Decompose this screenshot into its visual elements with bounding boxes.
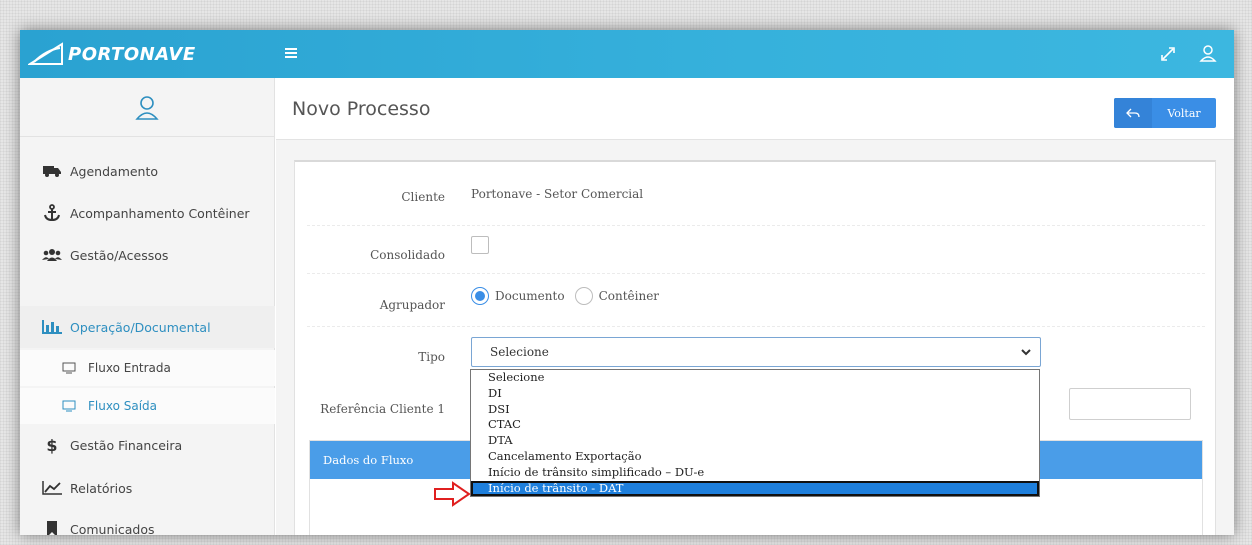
truck-icon	[42, 163, 62, 179]
tipo-option[interactable]: Início de trânsito simplificado – DU-e	[471, 465, 1039, 481]
app-window: PORTONAVE Agendamento Acompanhamento Con…	[20, 30, 1234, 535]
voltar-button[interactable]: Voltar	[1114, 98, 1216, 128]
conteiner-radio-label: Contêiner	[598, 289, 660, 303]
hamburger-menu-icon[interactable]	[285, 43, 297, 63]
brand-name: PORTONAVE	[68, 43, 196, 65]
sidebar-item-operacao-documental[interactable]: Operação/Documental	[20, 306, 275, 348]
dollar-icon: $	[46, 435, 58, 455]
tipo-select-value: Selecione	[490, 345, 549, 359]
annotation-arrow-icon	[434, 481, 471, 507]
tipo-option[interactable]: Selecione	[471, 370, 1039, 386]
tipo-option[interactable]: DI	[471, 386, 1039, 402]
tipo-dropdown-list: Selecione DI DSI CTAC DTA Cancelamento E…	[470, 369, 1040, 498]
referencia-extra-input[interactable]	[1069, 388, 1191, 420]
documento-radio[interactable]	[471, 287, 489, 305]
referencia-label: Referência Cliente 1	[320, 402, 445, 416]
form-card: Cliente Portonave - Setor Comercial Cons…	[294, 160, 1216, 535]
tipo-select[interactable]: Selecione	[471, 337, 1041, 367]
sidebar-item-gestao-acessos[interactable]: Gestão/Acessos	[20, 234, 275, 276]
tipo-option[interactable]: DSI	[471, 402, 1039, 418]
users-icon	[42, 247, 62, 263]
sidebar-item-label: Gestão Financeira	[70, 437, 183, 453]
sidebar-item-label: Relatórios	[70, 480, 133, 496]
cliente-value: Portonave - Setor Comercial	[471, 187, 644, 201]
reply-icon	[1114, 98, 1152, 128]
tipo-option[interactable]: Cancelamento Exportação	[471, 449, 1039, 465]
sidebar-item-label: Gestão/Acessos	[70, 247, 169, 263]
tipo-option-selected[interactable]: Início de trânsito - DAT	[471, 480, 1039, 497]
portonave-logo-icon	[28, 42, 63, 65]
chevron-down-icon	[1021, 349, 1031, 356]
anchor-icon	[42, 204, 62, 222]
fullscreen-icon[interactable]	[1158, 42, 1178, 64]
sidebar-subitem-fluxo-saida[interactable]: Fluxo Saída	[20, 388, 275, 424]
bookmark-icon	[42, 521, 62, 535]
sidebar-subitem-label: Fluxo Entrada	[88, 361, 171, 375]
tipo-option[interactable]: DTA	[471, 433, 1039, 449]
page-title: Novo Processo	[292, 98, 431, 120]
agrupador-radio-group: Documento Contêiner	[471, 287, 669, 305]
sidebar-item-gestao-financeira[interactable]: $ Gestão Financeira	[20, 424, 275, 466]
conteiner-radio[interactable]	[574, 287, 593, 305]
sidebar-item-comunicados[interactable]: Comunicados	[20, 508, 275, 535]
sidebar-item-acompanhamento-conteiner[interactable]: Acompanhamento Contêiner	[20, 192, 275, 234]
cliente-label: Cliente	[401, 190, 445, 204]
sidebar-item-label: Operação/Documental	[70, 319, 211, 335]
consolidado-checkbox[interactable]	[471, 236, 489, 254]
sidebar-item-label: Acompanhamento Contêiner	[70, 205, 250, 221]
consolidado-row: Consolidado	[295, 226, 1217, 272]
documento-radio-label: Documento	[495, 289, 565, 303]
agrupador-label: Agrupador	[379, 298, 445, 312]
tipo-option[interactable]: CTAC	[471, 417, 1039, 433]
dados-fluxo-title: Dados do Fluxo	[323, 453, 414, 467]
sidebar-item-label: Comunicados	[70, 521, 155, 536]
user-avatar-icon[interactable]	[133, 93, 161, 121]
brand-logo[interactable]: PORTONAVE	[28, 42, 196, 66]
consolidado-label: Consolidado	[370, 248, 445, 262]
monitor-icon	[62, 362, 78, 374]
voltar-button-label: Voltar	[1167, 106, 1201, 120]
monitor-icon	[62, 400, 78, 412]
line-chart-icon	[42, 480, 62, 496]
tipo-label: Tipo	[418, 350, 445, 364]
sidebar-subitem-fluxo-entrada[interactable]: Fluxo Entrada	[20, 350, 275, 386]
sidebar-divider	[20, 136, 275, 137]
cliente-row: Cliente Portonave - Setor Comercial	[295, 162, 1217, 224]
user-icon[interactable]	[1198, 42, 1218, 64]
bar-chart-icon	[42, 319, 62, 335]
main-content: Novo Processo Voltar Cliente Portonave -…	[276, 78, 1234, 535]
agrupador-row: Agrupador Documento Contêiner	[295, 274, 1217, 326]
sidebar: Agendamento Acompanhamento Contêiner Ges…	[20, 78, 275, 535]
page-header: Novo Processo Voltar	[276, 78, 1234, 140]
sidebar-subitem-label: Fluxo Saída	[88, 399, 158, 413]
sidebar-item-agendamento[interactable]: Agendamento	[20, 150, 275, 192]
sidebar-item-relatorios[interactable]: Relatórios	[20, 467, 275, 509]
top-bar: PORTONAVE	[20, 30, 1234, 78]
sidebar-item-label: Agendamento	[70, 163, 159, 179]
